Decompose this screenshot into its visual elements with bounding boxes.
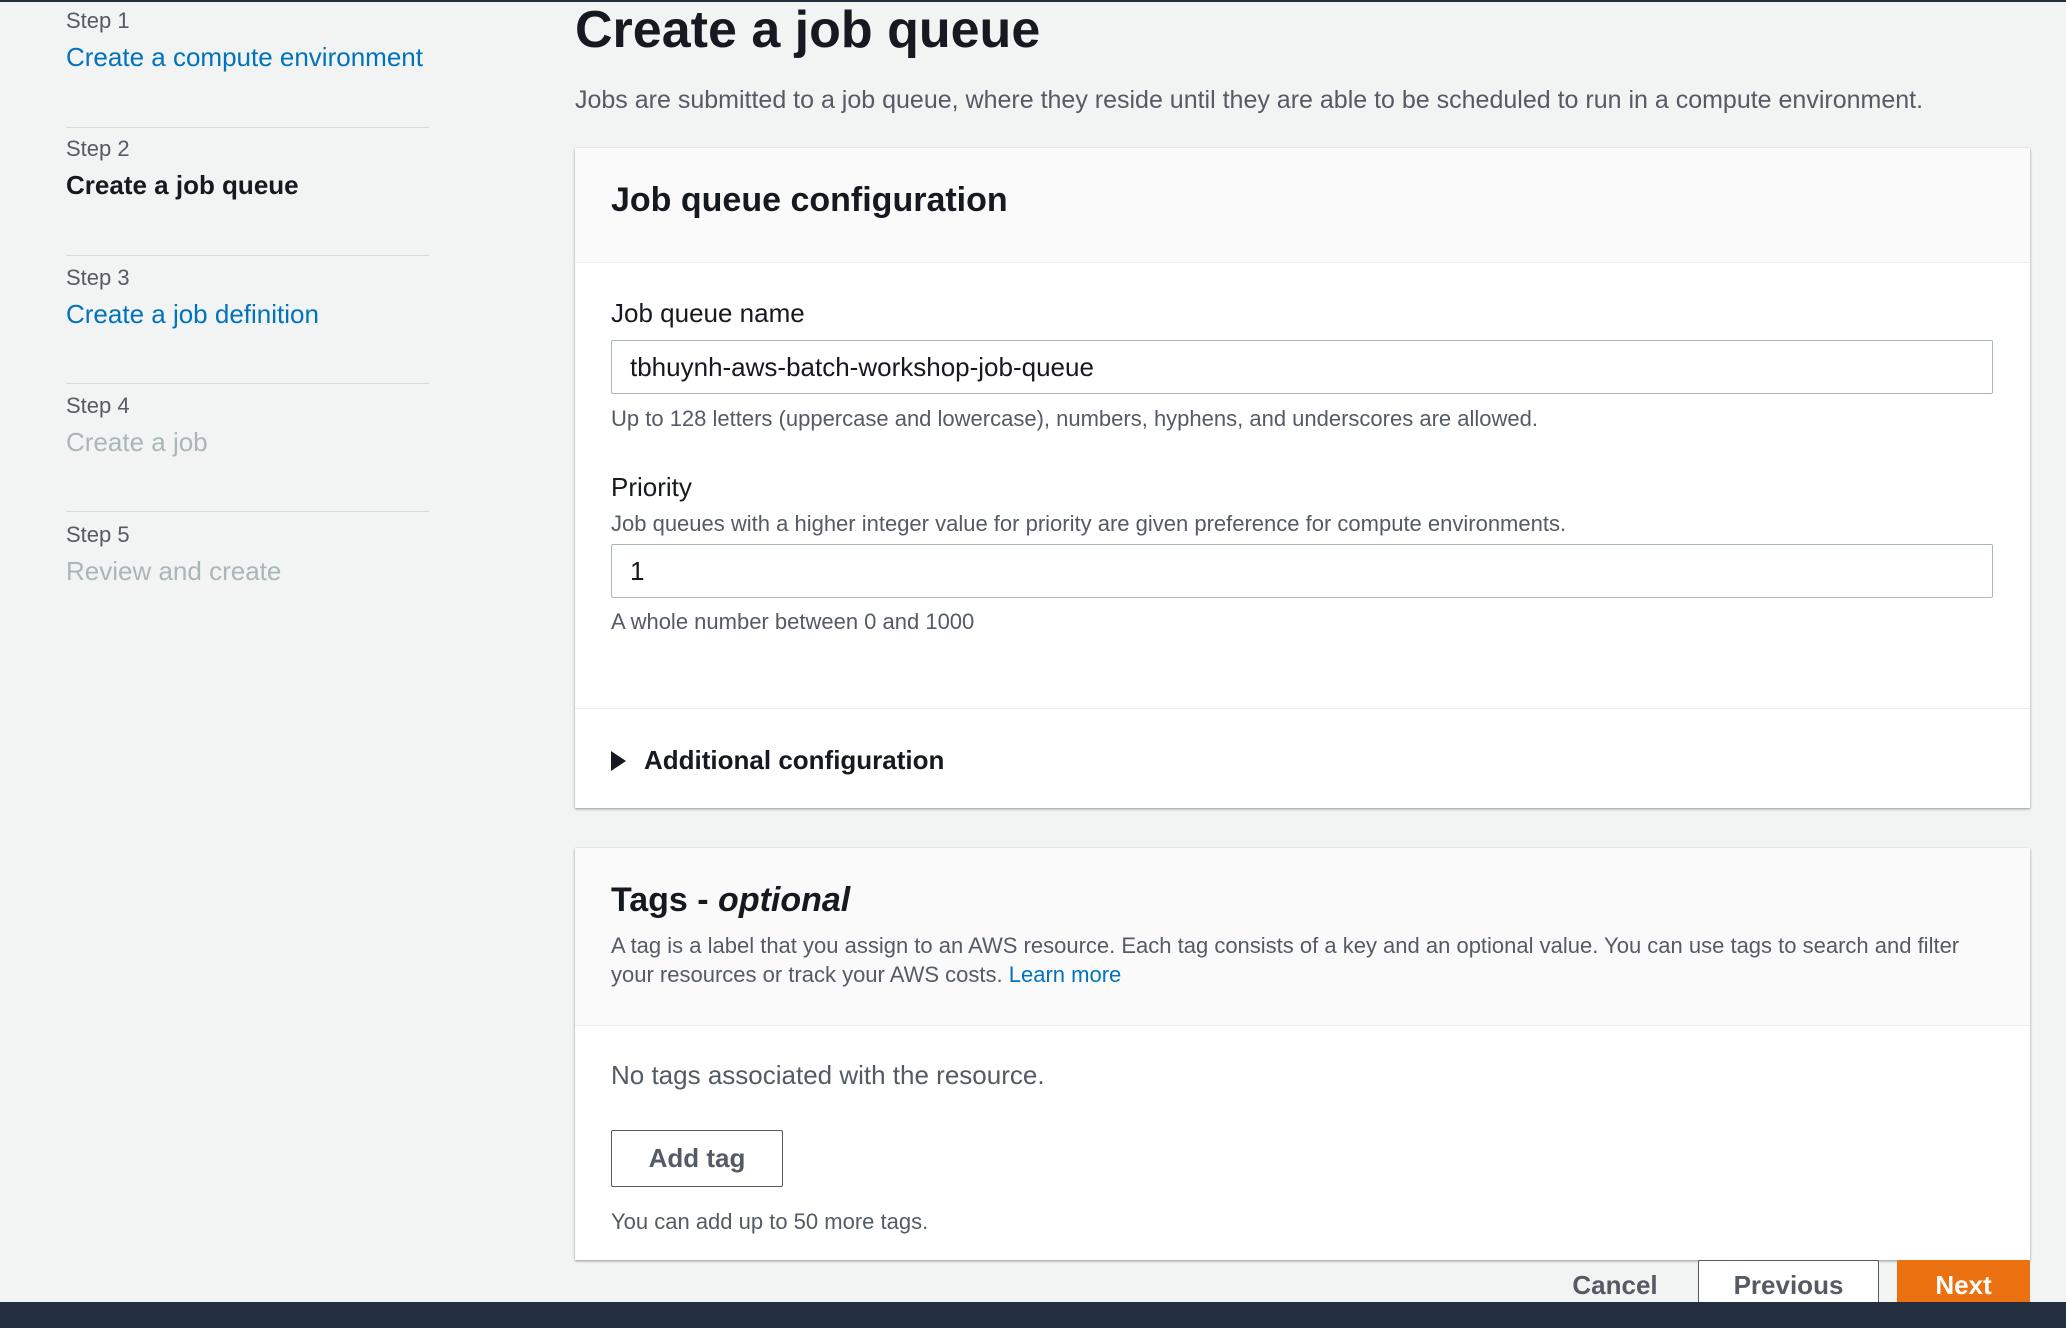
section-divider bbox=[575, 708, 2030, 709]
page-title: Create a job queue bbox=[575, 1, 1041, 59]
page-footer bbox=[0, 1302, 2066, 1328]
tags-panel: Tags - optional A tag is a label that yo… bbox=[575, 848, 2030, 1260]
step-disabled-job: Create a job bbox=[66, 427, 208, 457]
step-number: Step 5 bbox=[66, 522, 130, 547]
step-5: Step 5 Review and create bbox=[66, 512, 429, 640]
tags-title: Tags - optional bbox=[611, 881, 850, 920]
job-queue-name-input[interactable] bbox=[611, 340, 1993, 394]
panel-header: Job queue configuration bbox=[575, 148, 2030, 263]
priority-description: Job queues with a higher integer value f… bbox=[611, 511, 1567, 536]
priority-hint: A whole number between 0 and 1000 bbox=[611, 609, 975, 634]
step-1: Step 1 Create a compute environment bbox=[66, 0, 429, 128]
step-4: Step 4 Create a job bbox=[66, 384, 429, 512]
additional-configuration-label: Additional configuration bbox=[644, 745, 945, 775]
panel-title: Job queue configuration bbox=[611, 181, 1008, 219]
step-2: Step 2 Create a job queue bbox=[66, 128, 429, 256]
no-tags-message: No tags associated with the resource. bbox=[611, 1060, 1045, 1090]
step-current-job-queue: Create a job queue bbox=[66, 170, 299, 200]
job-queue-name-label: Job queue name bbox=[611, 298, 805, 328]
caret-right-icon bbox=[611, 750, 626, 771]
step-number: Step 2 bbox=[66, 136, 130, 161]
step-number: Step 3 bbox=[66, 265, 130, 290]
step-link-compute-environment[interactable]: Create a compute environment bbox=[66, 42, 423, 73]
step-disabled-review: Review and create bbox=[66, 556, 282, 586]
step-number: Step 4 bbox=[66, 393, 130, 418]
priority-label: Priority bbox=[611, 472, 692, 502]
step-3: Step 3 Create a job definition bbox=[66, 256, 429, 384]
tags-title-optional: optional bbox=[718, 881, 851, 919]
learn-more-link[interactable]: Learn more bbox=[1009, 962, 1122, 987]
additional-configuration-toggle[interactable]: Additional configuration bbox=[611, 745, 944, 776]
tags-limit-hint: You can add up to 50 more tags. bbox=[611, 1209, 929, 1234]
job-queue-config-panel: Job queue configuration Job queue name U… bbox=[575, 148, 2030, 808]
tags-description: A tag is a label that you assign to an A… bbox=[611, 931, 2001, 989]
step-link-job-definition[interactable]: Create a job definition bbox=[66, 299, 319, 330]
tags-title-prefix: Tags - bbox=[611, 881, 719, 919]
tags-panel-header: Tags - optional A tag is a label that yo… bbox=[575, 848, 2030, 1026]
wizard-steps: Step 1 Create a compute environment Step… bbox=[66, 0, 429, 640]
tags-description-text: A tag is a label that you assign to an A… bbox=[611, 933, 1960, 987]
priority-input[interactable] bbox=[611, 544, 1993, 598]
page-description: Jobs are submitted to a job queue, where… bbox=[575, 86, 1924, 114]
job-queue-name-hint: Up to 128 letters (uppercase and lowerca… bbox=[611, 406, 1538, 431]
step-number: Step 1 bbox=[66, 8, 130, 33]
add-tag-button[interactable]: Add tag bbox=[611, 1130, 783, 1187]
